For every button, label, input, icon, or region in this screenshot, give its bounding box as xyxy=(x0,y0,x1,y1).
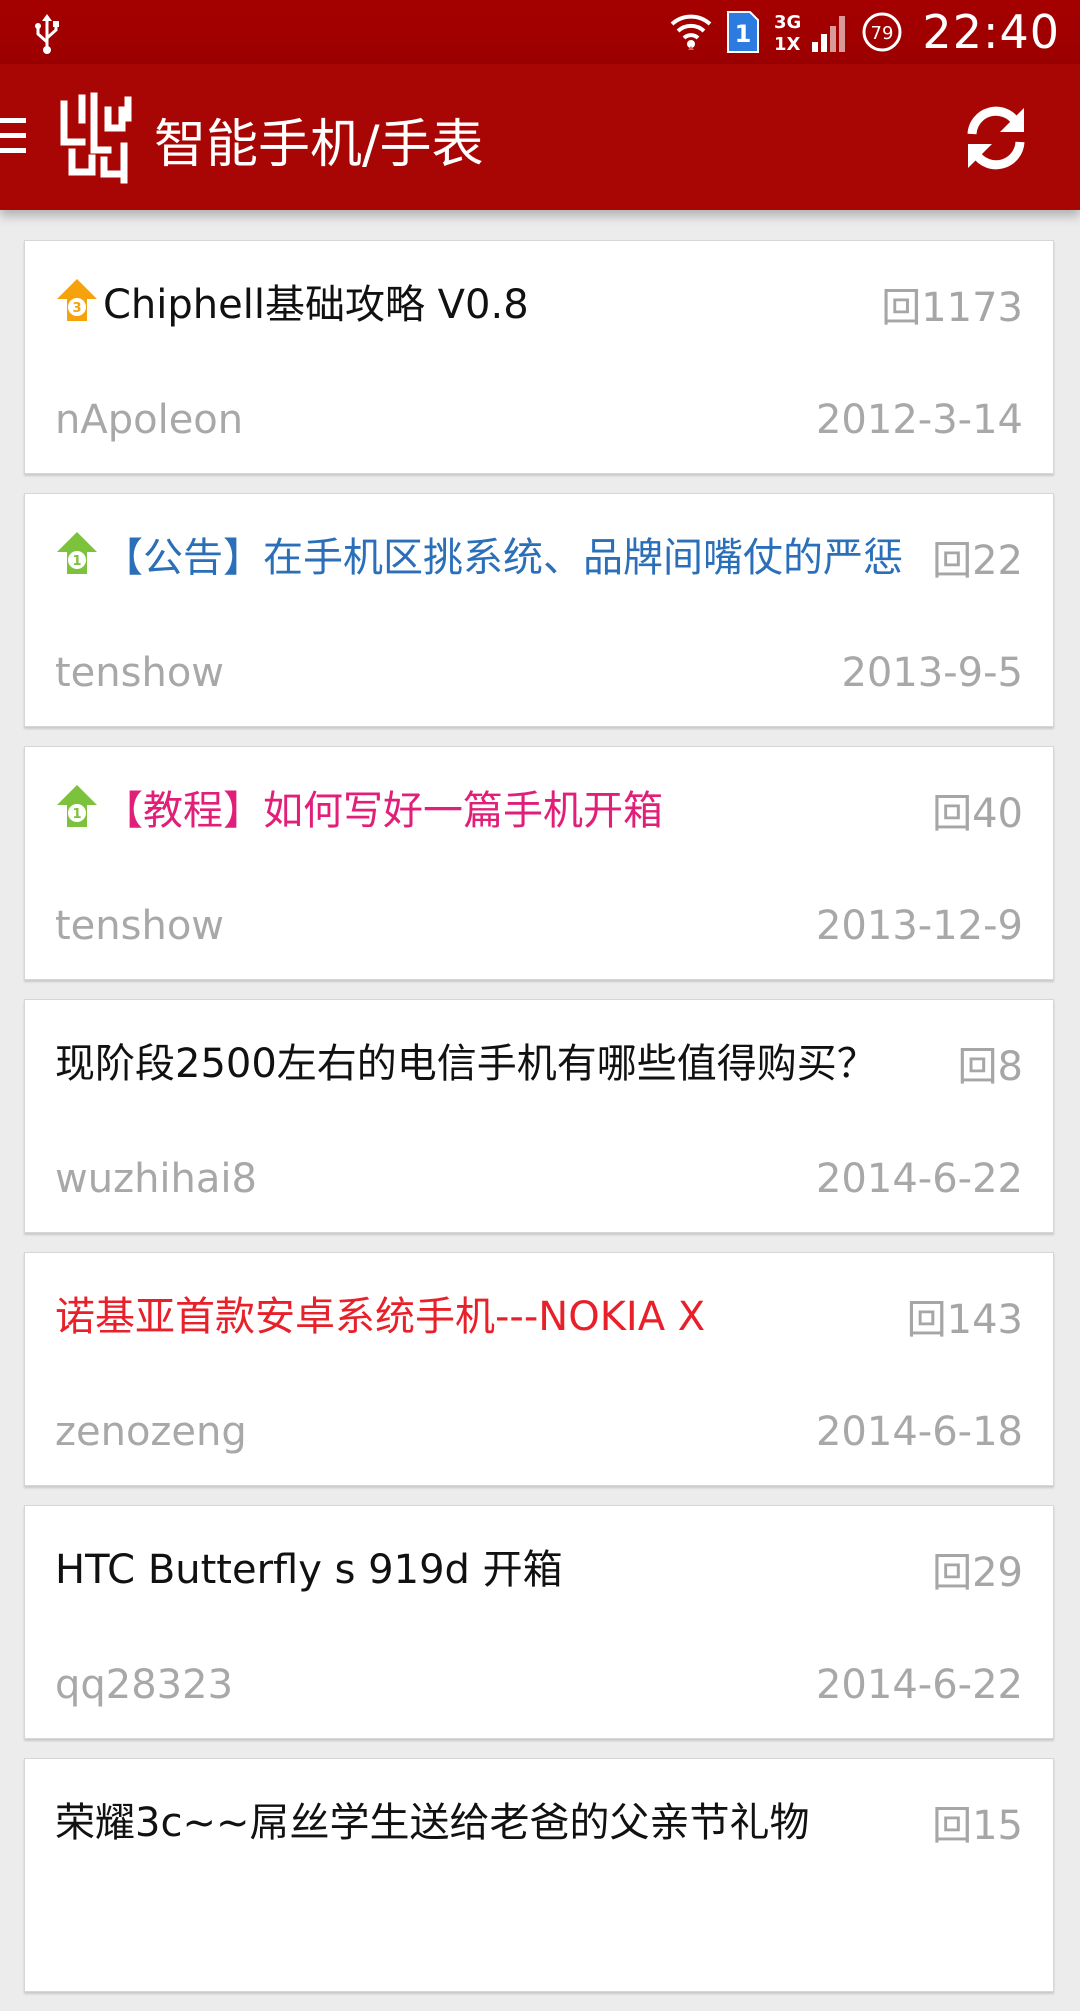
thread-card[interactable]: 3 Chiphell基础攻略 V0.8 回1173 nApoleon 2012-… xyxy=(24,240,1054,474)
thread-title-row: 荣耀3c~~屌丝学生送给老爸的父亲节礼物 xyxy=(55,1789,935,1849)
page-title: 智能手机/手表 xyxy=(154,115,484,175)
reply-count: 回8 xyxy=(957,1044,1023,1090)
status-clock: 22:40 xyxy=(922,5,1060,59)
thread-title-row: 现阶段2500左右的电信手机有哪些值得购买？ xyxy=(55,1030,935,1090)
rank-3-icon: 3 xyxy=(57,279,97,321)
usb-icon xyxy=(35,14,59,54)
thread-title: 诺基亚首款安卓系统手机---NOKIA X xyxy=(55,1294,706,1340)
thread-title: 【教程】如何写好一篇手机开箱 xyxy=(103,788,663,834)
thread-title: Chiphell基础攻略 V0.8 xyxy=(103,282,529,328)
thread-title-row: 1 【教程】如何写好一篇手机开箱 xyxy=(55,777,935,837)
thread-author[interactable]: tenshow xyxy=(55,903,224,949)
refresh-icon[interactable] xyxy=(958,100,1034,176)
thread-card[interactable]: 1 【教程】如何写好一篇手机开箱 回40 tenshow 2013-12-9 xyxy=(24,746,1054,980)
thread-title: HTC Butterfly s 919d 开箱 xyxy=(55,1547,563,1593)
sim-icon: 1 xyxy=(726,10,760,54)
thread-date: 2014-6-18 xyxy=(815,1409,1023,1455)
signal-icon: 3G 1X xyxy=(774,10,846,54)
reply-count: 回1173 xyxy=(881,285,1023,331)
thread-author[interactable]: zenozeng xyxy=(55,1409,247,1455)
thread-title-row: 1 【公告】在手机区挑系统、品牌间嘴仗的严惩 xyxy=(55,524,935,584)
thread-card[interactable]: 现阶段2500左右的电信手机有哪些值得购买？ 回8 wuzhihai8 2014… xyxy=(24,999,1054,1233)
thread-author[interactable]: wuzhihai8 xyxy=(55,1156,257,1202)
rank-badge-label: 3 xyxy=(72,301,81,316)
thread-title: 【公告】在手机区挑系统、品牌间嘴仗的严惩 xyxy=(103,535,903,581)
chiphell-logo[interactable] xyxy=(58,90,144,186)
thread-list: 3 Chiphell基础攻略 V0.8 回1173 nApoleon 2012-… xyxy=(24,240,1056,2011)
thread-date: 2012-3-14 xyxy=(815,397,1023,443)
thread-date: 2013-12-9 xyxy=(815,903,1023,949)
thread-card[interactable]: 荣耀3c~~屌丝学生送给老爸的父亲节礼物 回15 xyxy=(24,1758,1054,1992)
status-bar: 1 3G 1X 79 22:40 xyxy=(0,0,1080,64)
menu-icon[interactable] xyxy=(0,114,30,158)
thread-date: 2014-6-22 xyxy=(815,1662,1023,1708)
reply-count: 回29 xyxy=(932,1550,1023,1596)
thread-author[interactable]: nApoleon xyxy=(55,397,243,443)
thread-card[interactable]: HTC Butterfly s 919d 开箱 回29 qq28323 2014… xyxy=(24,1505,1054,1739)
reply-count: 回22 xyxy=(932,538,1023,584)
thread-author[interactable]: tenshow xyxy=(55,650,224,696)
thread-card[interactable]: 1 【公告】在手机区挑系统、品牌间嘴仗的严惩 回22 tenshow 2013-… xyxy=(24,493,1054,727)
thread-title-row: HTC Butterfly s 919d 开箱 xyxy=(55,1536,935,1596)
reply-count: 回15 xyxy=(932,1803,1023,1849)
app-bar: 智能手机/手表 xyxy=(0,64,1080,210)
thread-date: 2013-9-5 xyxy=(841,650,1023,696)
network-type: 3G xyxy=(774,12,801,33)
reply-count: 回40 xyxy=(932,791,1023,837)
thread-title: 现阶段2500左右的电信手机有哪些值得购买？ xyxy=(55,1041,877,1087)
reply-count: 回143 xyxy=(906,1297,1023,1343)
rank-1-icon: 1 xyxy=(57,785,97,827)
network-subtype: 1X xyxy=(774,34,801,54)
rank-1-icon: 1 xyxy=(57,532,97,574)
thread-title: 荣耀3c~~屌丝学生送给老爸的父亲节礼物 xyxy=(55,1800,810,1846)
thread-author[interactable]: qq28323 xyxy=(55,1662,233,1708)
battery-level: 79 xyxy=(871,23,894,44)
rank-badge-label: 1 xyxy=(72,554,81,569)
thread-title-row: 诺基亚首款安卓系统手机---NOKIA X xyxy=(55,1283,935,1343)
rank-badge-label: 1 xyxy=(72,807,81,822)
thread-title-row: 3 Chiphell基础攻略 V0.8 xyxy=(55,271,935,331)
thread-card[interactable]: 诺基亚首款安卓系统手机---NOKIA X 回143 zenozeng 2014… xyxy=(24,1252,1054,1486)
battery-icon: 79 xyxy=(860,10,904,54)
thread-date: 2014-6-22 xyxy=(815,1156,1023,1202)
sim-slot-label: 1 xyxy=(735,20,752,48)
wifi-icon xyxy=(670,12,712,52)
